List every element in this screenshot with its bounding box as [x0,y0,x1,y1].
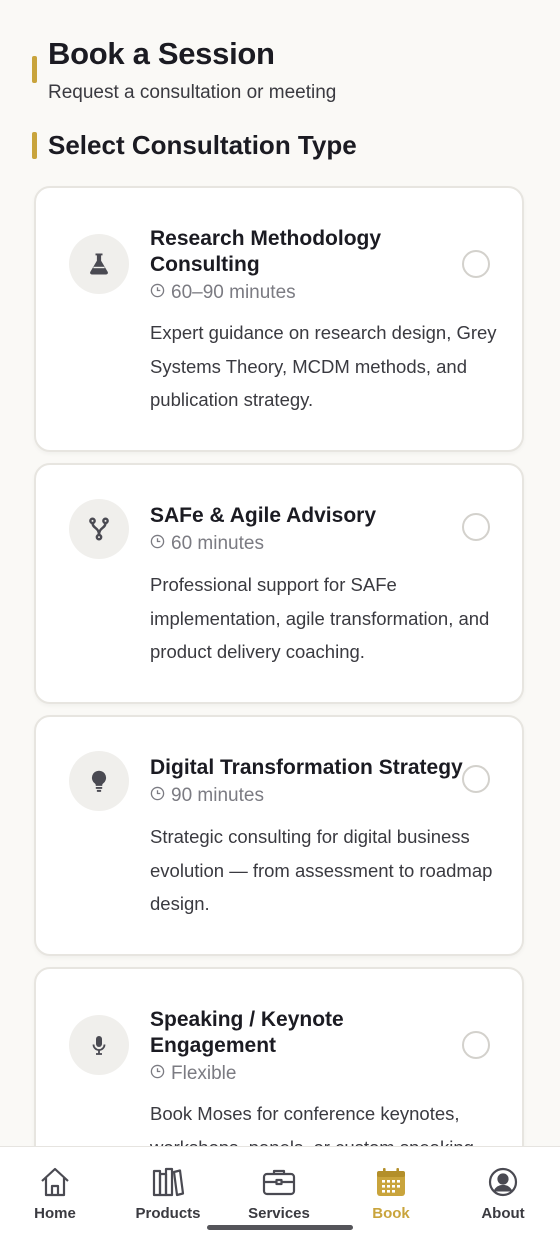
microphone-icon [69,1015,129,1075]
select-radio[interactable] [462,765,490,793]
clock-icon [150,785,165,807]
consultation-card-speaking[interactable]: Speaking / Keynote Engagement Flexible B… [34,967,524,1146]
books-icon [151,1165,185,1199]
tab-label: Book [372,1205,410,1222]
title-accent-bar [32,56,37,83]
calendar-icon [374,1165,408,1199]
tab-label: Products [135,1205,201,1222]
flask-icon [69,234,129,294]
card-title: Speaking / Keynote Engagement [150,1008,344,1057]
tab-services[interactable]: Services [229,1147,329,1227]
tab-label: Services [248,1205,310,1222]
clock-icon [150,282,165,304]
page-subtitle: Request a consultation or meeting [48,82,337,103]
select-radio[interactable] [462,513,490,541]
consultation-card-digital[interactable]: Digital Transformation Strategy 90 minut… [34,715,524,956]
house-icon [38,1165,72,1199]
select-radio[interactable] [462,250,490,278]
tab-products[interactable]: Products [118,1147,218,1227]
card-duration: 90 minutes [150,785,264,807]
card-title: SAFe & Agile Advisory [150,504,376,527]
section-title: Select Consultation Type [48,130,357,160]
page-title: Book a Session [48,36,275,71]
tab-book[interactable]: Book [341,1147,441,1227]
booking-scroll-view[interactable]: Book a Session Request a consultation or… [0,0,560,1146]
tab-label: About [481,1205,525,1222]
consultation-card-research[interactable]: Research Methodology Consulting 60–90 mi… [34,186,524,452]
card-duration-text: Flexible [171,1063,237,1084]
card-description: Professional support for SAFe implementa… [150,574,490,662]
card-description: Book Moses for conference keynotes, work… [150,1103,474,1146]
card-title: Research Methodology Consulting [150,227,382,276]
card-title: Digital Transformation Strategy [150,756,463,779]
briefcase-icon [262,1165,296,1199]
card-duration: Flexible [150,1063,236,1085]
section-accent-bar [32,132,37,159]
consultation-card-safe[interactable]: SAFe & Agile Advisory 60 minutes Profess… [34,463,524,704]
card-duration-text: 90 minutes [171,785,264,806]
card-description: Expert guidance on research design, Grey… [150,322,497,410]
lightbulb-icon [69,751,129,811]
card-duration: 60 minutes [150,533,264,555]
branch-icon [69,499,129,559]
clock-icon [150,1063,165,1085]
card-duration: 60–90 minutes [150,282,296,304]
select-radio[interactable] [462,1031,490,1059]
card-duration-text: 60–90 minutes [171,282,296,303]
clock-icon [150,533,165,555]
tab-label: Home [34,1205,76,1222]
tab-home[interactable]: Home [5,1147,105,1227]
user-circle-icon [487,1165,519,1199]
tab-about[interactable]: About [453,1147,553,1227]
bottom-tab-bar: Home Products Services Book About [0,1146,560,1245]
home-indicator [207,1225,353,1230]
card-duration-text: 60 minutes [171,533,264,554]
card-description: Strategic consulting for digital busines… [150,826,493,914]
